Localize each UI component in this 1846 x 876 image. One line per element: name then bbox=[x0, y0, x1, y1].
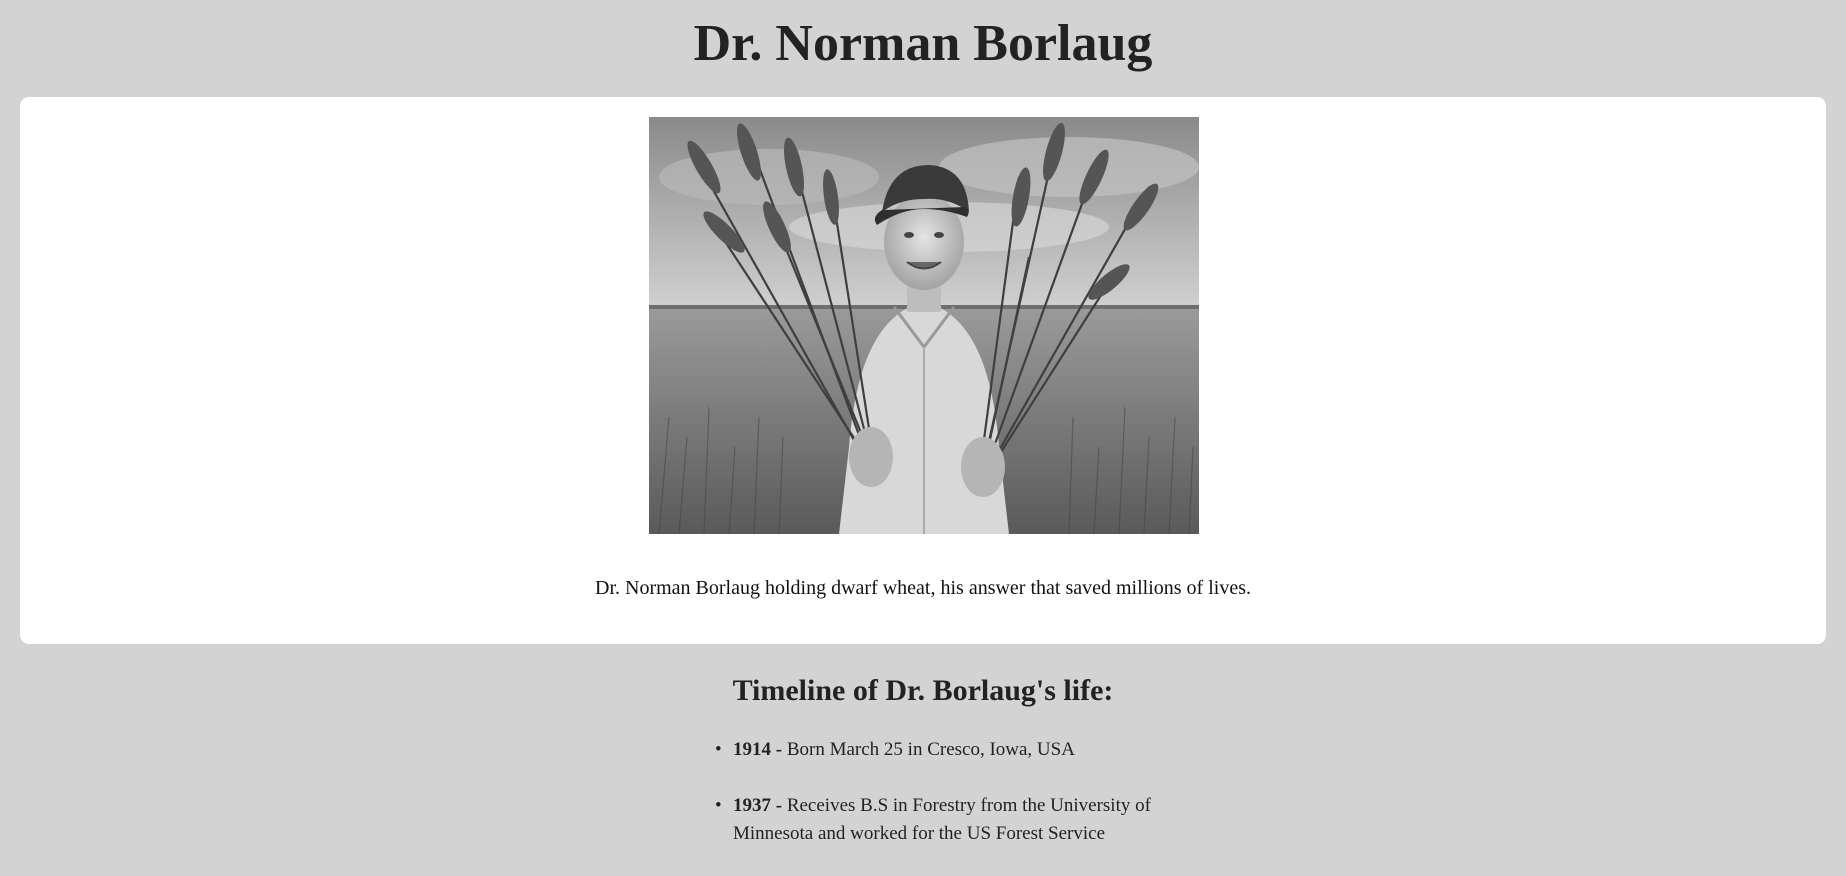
timeline-text: Born March 25 in Cresco, Iowa, USA bbox=[786, 739, 1075, 760]
bullet-icon: • bbox=[715, 795, 722, 816]
bullet-icon: • bbox=[715, 739, 722, 760]
timeline-heading: Timeline of Dr. Borlaug's life: bbox=[732, 674, 1114, 707]
photo-card: Dr. Norman Borlaug holding dwarf wheat, … bbox=[20, 97, 1826, 644]
borlaug-wheat-photo bbox=[649, 117, 1199, 534]
timeline-year: 1914 - bbox=[733, 739, 787, 760]
timeline-list: • 1914 - Born March 25 in Cresco, Iowa, … bbox=[715, 736, 1163, 876]
timeline-item: • 1937 - Receives B.S in Forestry from t… bbox=[715, 792, 1163, 848]
photo-caption: Dr. Norman Borlaug holding dwarf wheat, … bbox=[595, 577, 1251, 599]
timeline-item: • 1914 - Born March 25 in Cresco, Iowa, … bbox=[715, 736, 1163, 764]
timeline-text: Receives B.S in Forestry from the Univer… bbox=[733, 795, 1151, 844]
timeline-year: 1937 - bbox=[733, 795, 787, 816]
page-title: Dr. Norman Borlaug bbox=[693, 15, 1153, 72]
